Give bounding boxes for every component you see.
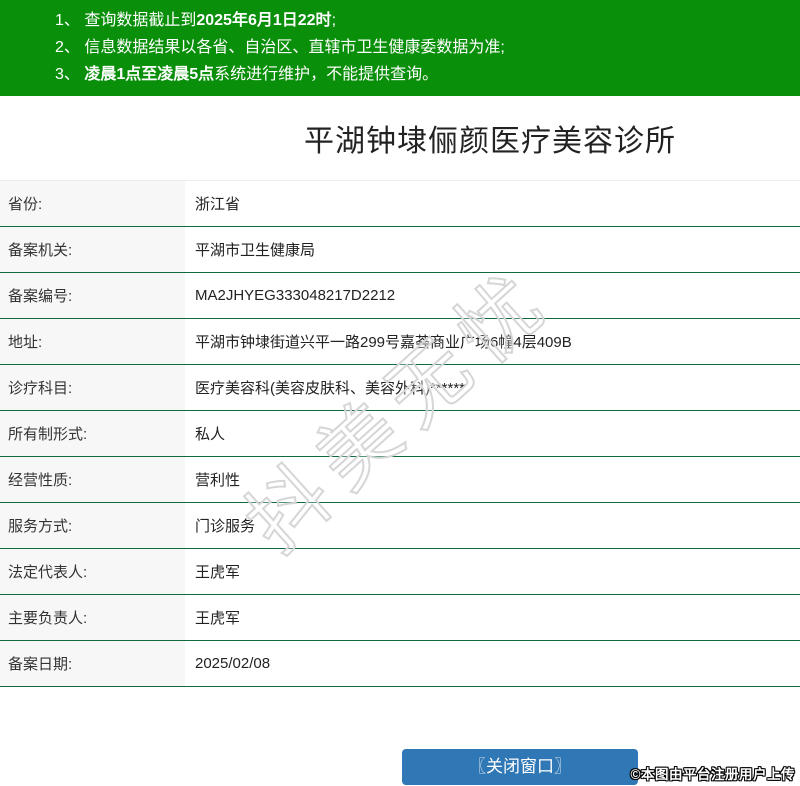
row-label: 备案机关: (0, 226, 185, 273)
table-row-province: 省份: 浙江省 (0, 180, 800, 227)
row-label: 省份: (0, 180, 185, 227)
notice-line-3: 3、 凌晨1点至凌晨5点系统进行维护，不能提供查询。 (55, 61, 790, 88)
institution-info-table: 省份: 浙江省 备案机关: 平湖市卫生健康局 备案编号: MA2JHYEG333… (0, 180, 800, 687)
row-value: 私人 (195, 426, 226, 443)
table-row-registration-date: 备案日期: 2025/02/08 (0, 640, 800, 687)
row-value: MA2JHYEG333048217D2212 (195, 287, 396, 304)
table-row-service-mode: 服务方式: 门诊服务 (0, 502, 800, 549)
row-label: 备案编号: (0, 272, 185, 319)
row-label: 地址: (0, 318, 185, 365)
notice-bar: 1、 查询数据截止到2025年6月1日22时; 2、 信息数据结果以各省、自治区… (0, 0, 800, 96)
row-label: 诊疗科目: (0, 364, 185, 411)
row-value: 营利性 (195, 472, 241, 489)
row-value: 2025/02/08 (195, 655, 271, 672)
notice-line-2: 2、 信息数据结果以各省、自治区、直辖市卫生健康委数据为准; (55, 34, 790, 61)
table-row-registration-number: 备案编号: MA2JHYEG333048217D2212 (0, 272, 800, 319)
table-row-principal-person: 主要负责人: 王虎军 (0, 594, 800, 641)
page-title: 平湖钟埭俪颜医疗美容诊所 (304, 125, 676, 158)
notice-text-bold: 凌晨1点至凌晨5点 (84, 66, 215, 83)
row-value: 平湖市钟埭街道兴平一路299号嘉荟商业广场6幢4层409B (195, 334, 572, 351)
row-label: 经营性质: (0, 456, 185, 503)
notice-text: 系统进行维护，不能提供查询。 (214, 66, 439, 83)
row-value: 浙江省 (195, 196, 241, 213)
table-row-medical-subjects: 诊疗科目: 医疗美容科(美容皮肤科、美容外科)****** (0, 364, 800, 411)
row-value: 门诊服务 (195, 518, 256, 535)
table-row-business-nature: 经营性质: 营利性 (0, 456, 800, 503)
table-row-ownership-form: 所有制形式: 私人 (0, 410, 800, 457)
row-value: 王虎军 (195, 610, 241, 627)
table-row-registration-authority: 备案机关: 平湖市卫生健康局 (0, 226, 800, 273)
notice-text: 3、 (55, 66, 85, 83)
row-value: 平湖市卫生健康局 (195, 242, 316, 259)
row-label: 备案日期: (0, 640, 185, 687)
copyright-badge: ©本图由平台注册用户上传 (630, 767, 795, 782)
notice-text: ; (331, 12, 337, 29)
row-value: 医疗美容科(美容皮肤科、美容外科)****** (195, 380, 466, 397)
close-window-button[interactable]: 〖关闭窗口〗 (402, 749, 638, 785)
notice-text: 2、 信息数据结果以各省、自治区、直辖市卫生健康委数据为准; (55, 39, 505, 56)
table-row-address: 地址: 平湖市钟埭街道兴平一路299号嘉荟商业广场6幢4层409B (0, 318, 800, 365)
row-label: 所有制形式: (0, 410, 185, 457)
row-label: 服务方式: (0, 502, 185, 549)
table-row-legal-representative: 法定代表人: 王虎军 (0, 548, 800, 595)
row-label: 法定代表人: (0, 548, 185, 595)
notice-line-1: 1、 查询数据截止到2025年6月1日22时; (55, 7, 790, 34)
notice-text: 1、 查询数据截止到 (55, 12, 197, 29)
row-label: 主要负责人: (0, 594, 185, 641)
row-value: 王虎军 (195, 564, 241, 581)
notice-text-bold: 2025年6月1日22时 (196, 12, 332, 29)
